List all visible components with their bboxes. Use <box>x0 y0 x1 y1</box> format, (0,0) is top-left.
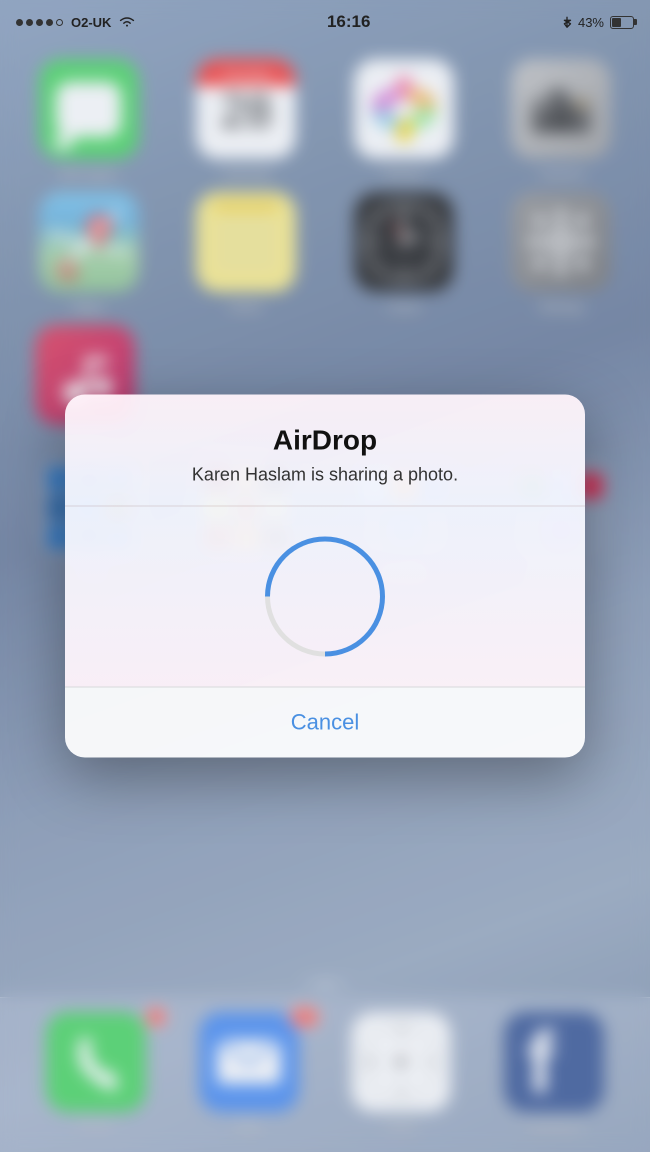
signal-dot-1 <box>16 19 23 26</box>
status-right: 43% <box>562 15 634 30</box>
battery-percent: 43% <box>578 15 604 30</box>
dialog-header: AirDrop Karen Haslam is sharing a photo. <box>65 395 585 507</box>
dialog-subtitle: Karen Haslam is sharing a photo. <box>95 465 555 486</box>
progress-ring <box>240 512 410 682</box>
signal-dot-5 <box>56 19 63 26</box>
bluetooth-icon <box>562 15 572 29</box>
airdrop-dialog: AirDrop Karen Haslam is sharing a photo.… <box>65 395 585 758</box>
carrier-label: O2-UK <box>71 15 111 30</box>
status-time: 16:16 <box>327 12 370 32</box>
cancel-label: Cancel <box>291 710 359 735</box>
wifi-icon <box>119 16 135 28</box>
signal-dot-2 <box>26 19 33 26</box>
battery-indicator <box>610 16 634 29</box>
status-bar: O2-UK 16:16 43% <box>0 0 650 44</box>
dialog-title: AirDrop <box>95 425 555 457</box>
signal-dot-3 <box>36 19 43 26</box>
status-left: O2-UK <box>16 15 135 30</box>
battery-fill <box>612 18 621 27</box>
signal-dot-4 <box>46 19 53 26</box>
dialog-cancel-button[interactable]: Cancel <box>65 688 585 758</box>
signal-dots <box>16 19 63 26</box>
dialog-progress <box>65 507 585 687</box>
